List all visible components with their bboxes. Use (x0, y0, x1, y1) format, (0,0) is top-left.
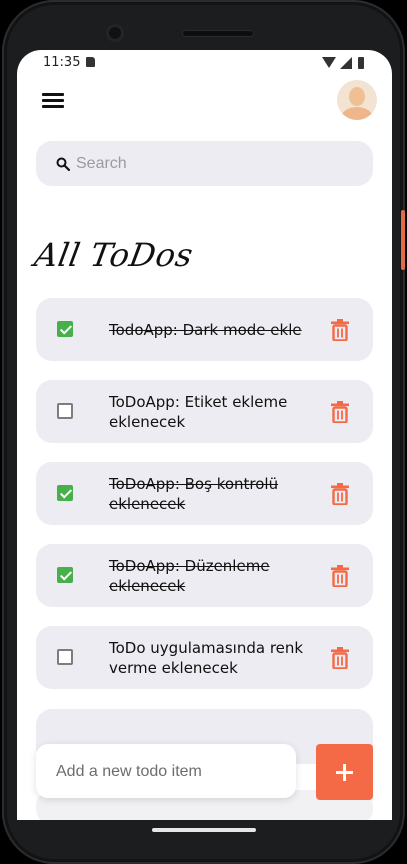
search-bar[interactable] (36, 141, 373, 186)
user-avatar-icon[interactable] (337, 80, 377, 120)
trash-icon[interactable] (330, 565, 350, 587)
add-todo-field[interactable] (36, 744, 296, 798)
add-todo-input[interactable] (54, 758, 278, 786)
trash-icon[interactable] (330, 647, 350, 669)
checkbox-unchecked[interactable] (57, 403, 73, 419)
front-camera (106, 24, 124, 42)
page-title: All ToDos (31, 236, 197, 274)
todo-item[interactable]: ToDo uygulamasında renk verme eklenecek (36, 626, 373, 689)
status-time: 11:35 (43, 55, 81, 70)
todo-item[interactable]: ToDoApp: Boş kontrolü eklenecek (36, 462, 373, 525)
power-button[interactable] (401, 210, 405, 270)
checkbox-unchecked[interactable] (57, 649, 73, 665)
earpiece-speaker (182, 30, 254, 37)
signal-icon (340, 57, 352, 69)
todo-item[interactable]: ToDoApp: Düzenleme eklenecek (36, 544, 373, 607)
home-indicator[interactable] (152, 828, 256, 832)
sim-card-icon (86, 57, 95, 67)
todo-text: ToDo uygulamasında renk verme eklenecek (109, 639, 304, 677)
app-screen: 11:35 All ToDos TodoApp: Dark mode ekle T… (17, 50, 392, 820)
add-todo-button[interactable] (316, 744, 373, 800)
phone-frame: 11:35 All ToDos TodoApp: Dark mode ekle T… (2, 0, 405, 864)
todo-text: ToDoApp: Boş kontrolü eklenecek (109, 475, 279, 513)
status-icons (322, 57, 370, 69)
battery-icon (358, 57, 364, 69)
todo-text: TodoApp: Dark mode ekle (109, 321, 302, 339)
wifi-icon (322, 57, 336, 68)
status-bar: 11:35 (17, 50, 392, 74)
search-input[interactable] (74, 150, 358, 178)
todo-item[interactable]: ToDoApp: Etiket ekleme eklenecek (36, 380, 373, 443)
trash-icon[interactable] (330, 483, 350, 505)
todo-text: ToDoApp: Düzenleme eklenecek (109, 557, 270, 595)
todo-text: ToDoApp: Etiket ekleme eklenecek (109, 393, 288, 431)
trash-icon[interactable] (330, 319, 350, 341)
search-icon (56, 157, 70, 171)
todo-item[interactable]: TodoApp: Dark mode ekle (36, 298, 373, 361)
checkbox-checked[interactable] (57, 485, 73, 501)
checkbox-checked[interactable] (57, 567, 73, 583)
checkbox-checked[interactable] (57, 321, 73, 337)
hamburger-menu-icon[interactable] (42, 92, 66, 110)
trash-icon[interactable] (330, 401, 350, 423)
